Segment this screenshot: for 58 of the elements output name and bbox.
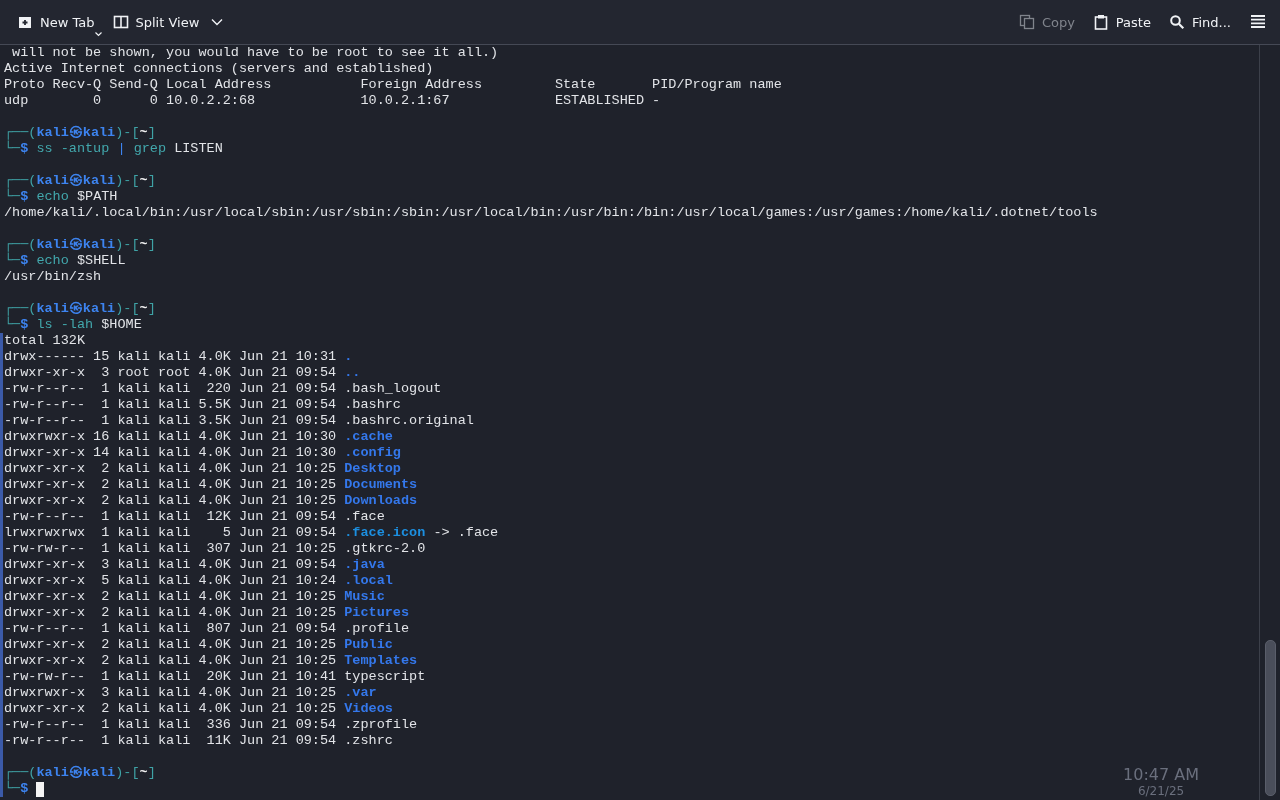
- prompt-line: ┌──(kali㉿kali)-[~]: [3, 301, 156, 317]
- listing-row: drwxr-xr-x 2 kali kali 4.0K Jun 21 10:25 Videos: [3, 701, 393, 717]
- paste-button[interactable]: Paste: [1085, 10, 1158, 34]
- new-tab-button[interactable]: New Tab: [10, 10, 102, 34]
- listing-row: drwxr-xr-x 2 kali kali 4.0K Jun 21 10:25 Desktop: [3, 461, 401, 477]
- prompt-line: ┌──(kali㉿kali)-[~]: [3, 237, 156, 253]
- output-line: total 132K: [3, 333, 85, 349]
- clipboard-icon: [1092, 14, 1109, 30]
- output-line: Active Internet connections (servers and established): [3, 61, 434, 77]
- listing-row: drwxr-xr-x 3 root root 4.0K Jun 21 09:54 ..: [3, 365, 361, 381]
- scrollbar-thumb[interactable]: [1264, 640, 1276, 796]
- listing-row: -rw-r--r-- 1 kali kali 12K Jun 21 09:54 .face: [3, 509, 385, 525]
- listing-row: drwxr-xr-x 2 kali kali 4.0K Jun 21 10:25 Downloads: [3, 493, 418, 509]
- listing-row: -rw-r--r-- 1 kali kali 336 Jun 21 09:54 .zprofile: [3, 717, 418, 733]
- output-line: udp 0 0 10.0.2.2:68 10.0.2.1:67 ESTABLISHED -: [3, 93, 661, 109]
- listing-row: drwxr-xr-x 2 kali kali 4.0K Jun 21 10:25 Music: [3, 589, 385, 605]
- listing-row: drwxr-xr-x 2 kali kali 4.0K Jun 21 10:25 Templates: [3, 653, 418, 669]
- input-line: └─$: [4, 781, 29, 797]
- listing-row: drwxr-xr-x 2 kali kali 4.0K Jun 21 10:25 Public: [3, 637, 393, 653]
- find-button[interactable]: Find...: [1161, 10, 1238, 34]
- split-view-button[interactable]: Split View: [105, 10, 231, 34]
- listing-row: -rw-rw-r-- 1 kali kali 307 Jun 21 10:25 .gtkrc-2.0: [3, 541, 426, 557]
- listing-row: -rw-r--r-- 1 kali kali 220 Jun 21 09:54 .bash_logout: [3, 381, 442, 397]
- prompt-line: ┌──(kali㉿kali)-[~]: [3, 125, 156, 141]
- listing-row: drwx------ 15 kali kali 4.0K Jun 21 10:31 .: [3, 349, 353, 365]
- menu-icon: [1250, 14, 1266, 30]
- caret-icon: [94, 32, 102, 37]
- panel-date: 6/21/25: [1137, 784, 1185, 798]
- panel-clock: 10:47 AM: [1123, 766, 1199, 784]
- prompt-line: ┌──(kali㉿kali)-[~]: [3, 173, 156, 189]
- caret-icon: [211, 18, 224, 26]
- listing-row: drwxr-xr-x 2 kali kali 4.0K Jun 21 10:25 Pictures: [3, 605, 410, 621]
- output-line: Proto Recv-Q Send-Q Local Address Foreign Address State PID/Program name: [3, 77, 782, 93]
- listing-row: -rw-r--r-- 1 kali kali 5.5K Jun 21 09:54 .bashrc: [3, 397, 401, 413]
- prompt-line: ┌──(kali㉿kali)-[~]: [3, 765, 156, 781]
- copy-icon: [1018, 14, 1035, 30]
- search-icon: [1168, 14, 1185, 30]
- command-line: └─$ echo $PATH: [3, 189, 118, 205]
- listing-row: drwxr-xr-x 14 kali kali 4.0K Jun 21 10:30 .config: [3, 445, 401, 461]
- listing-row: drwxrwxr-x 3 kali kali 4.0K Jun 21 10:25 .var: [3, 685, 377, 701]
- command-line: └─$ echo $SHELL: [3, 253, 126, 269]
- output-line: /home/kali/.local/bin:/usr/local/sbin:/usr/sbin:/sbin:/usr/local/bin:/usr/bin:/bin:/usr/local/games:/usr/games:/home/kali/.dotnet/tools: [3, 205, 1098, 221]
- listing-row: -rw-r--r-- 1 kali kali 11K Jun 21 09:54 .zshrc: [3, 733, 393, 749]
- listing-row: drwxr-xr-x 2 kali kali 4.0K Jun 21 10:25 Documents: [3, 477, 418, 493]
- listing-row: -rw-rw-r-- 1 kali kali 20K Jun 21 10:41 typescript: [3, 669, 426, 685]
- text-cursor: [36, 781, 45, 797]
- listing-row: drwxr-xr-x 3 kali kali 4.0K Jun 21 09:54 .java: [3, 557, 385, 573]
- output-line: will not be shown, you would have to be root to see it all.): [11, 45, 499, 61]
- split-view-icon: [112, 14, 129, 30]
- listing-row: drwxr-xr-x 5 kali kali 4.0K Jun 21 10:24 .local: [3, 573, 393, 589]
- command-line: └─$ ss -antup | grep LISTEN: [3, 141, 223, 157]
- command-line: └─$ ls -lah $HOME: [3, 317, 142, 333]
- listing-row: lrwxrwxrwx 1 kali kali 5 Jun 21 09:54 .face.icon -> .face: [3, 525, 499, 541]
- new-tab-icon: [17, 14, 33, 30]
- listing-row: drwxrwxr-x 16 kali kali 4.0K Jun 21 10:30 .cache: [3, 429, 393, 445]
- listing-row: -rw-r--r-- 1 kali kali 3.5K Jun 21 09:54 .bashrc.original: [3, 413, 474, 429]
- listing-row: -rw-r--r-- 1 kali kali 807 Jun 21 09:54 .profile: [3, 621, 410, 637]
- output-line: /usr/bin/zsh: [3, 269, 102, 285]
